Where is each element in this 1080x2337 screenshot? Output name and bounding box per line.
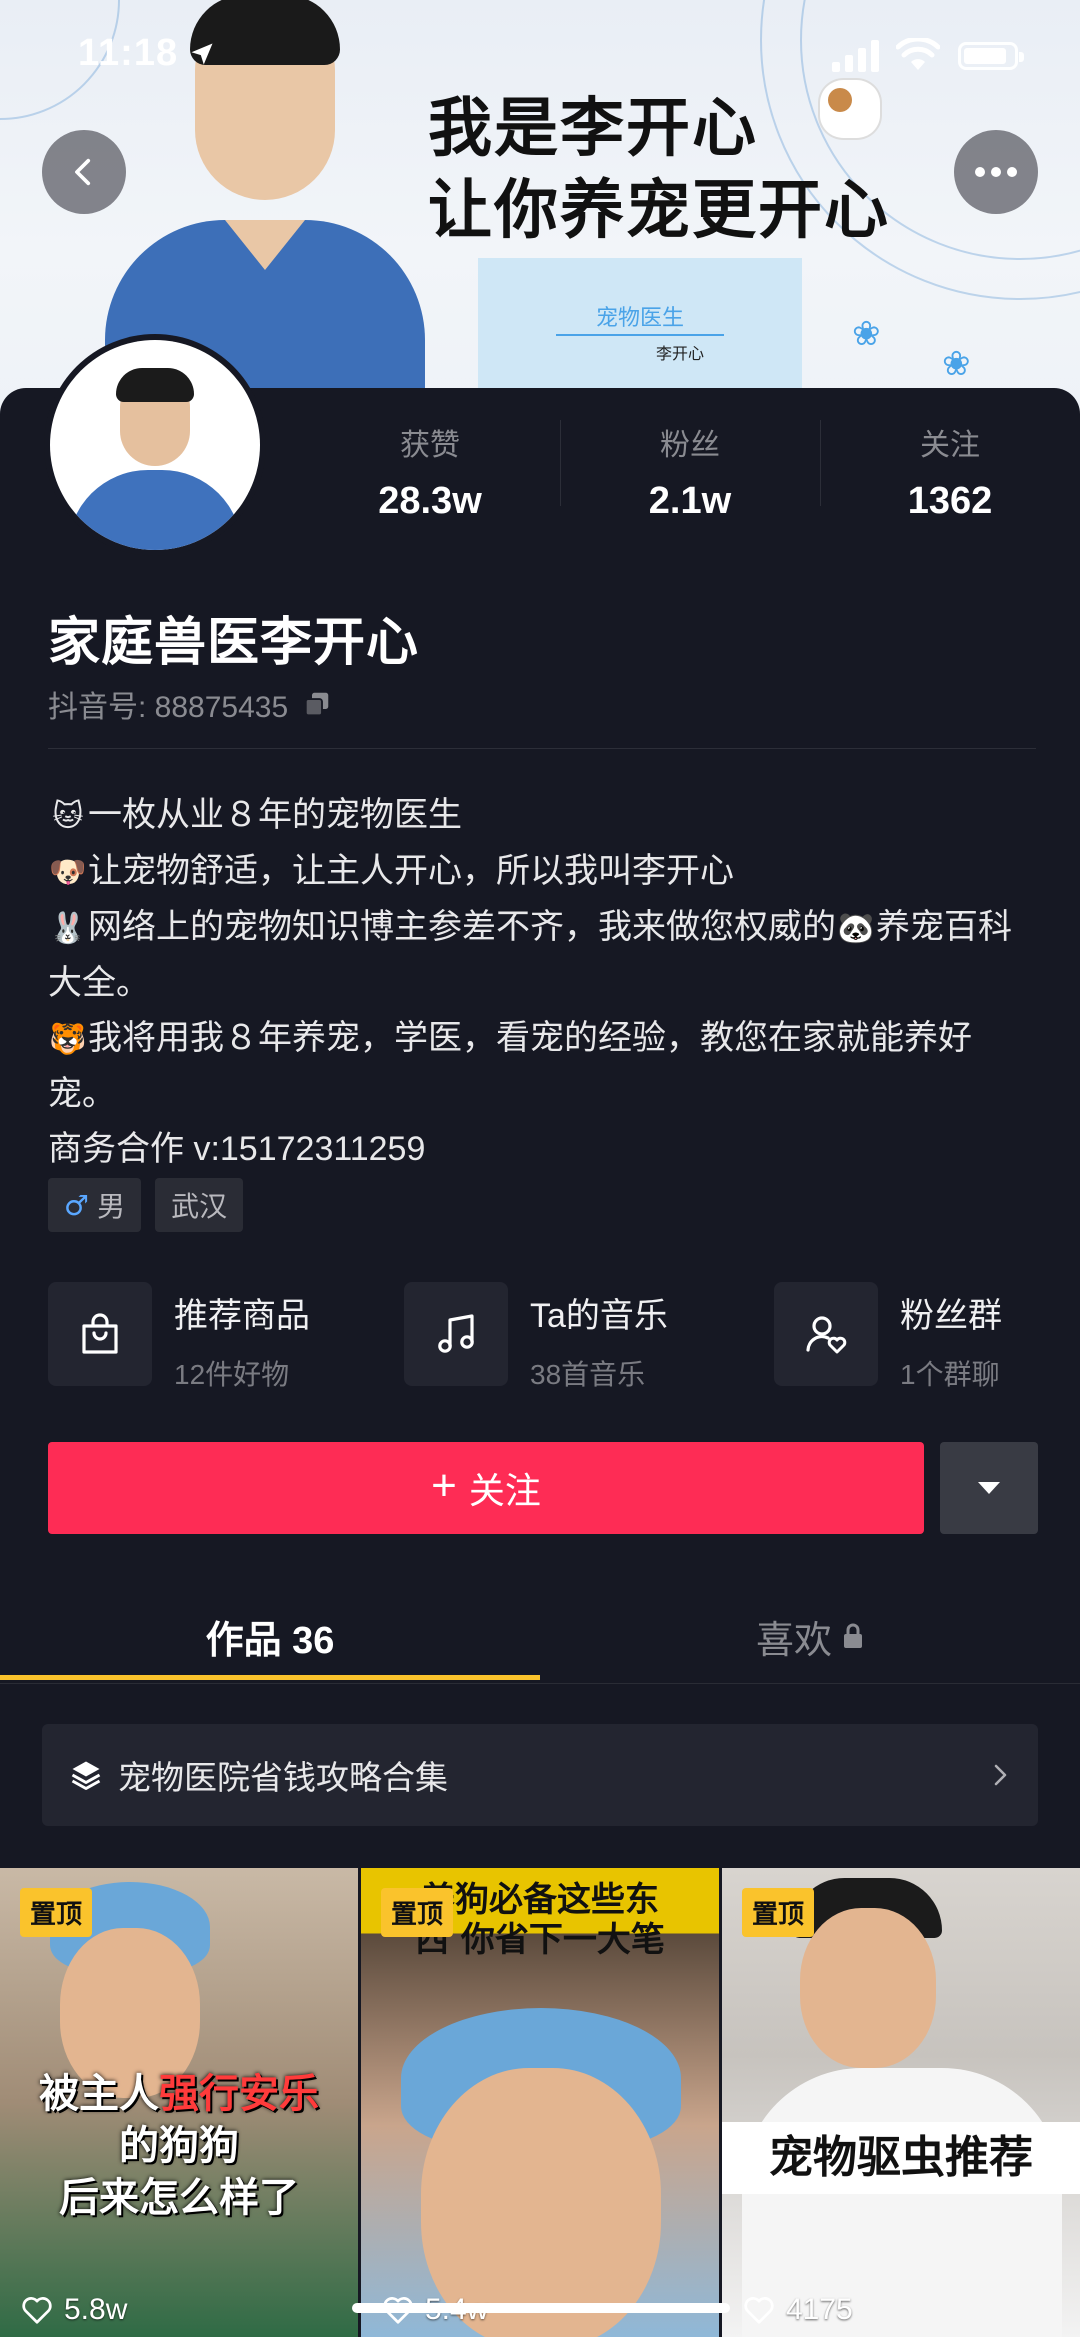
- follow-label: 关注: [468, 1470, 541, 1511]
- douyin-id: 抖音号: 88875435: [48, 691, 289, 724]
- more-button[interactable]: [954, 130, 1038, 214]
- follow-button[interactable]: + 关注: [48, 1442, 924, 1534]
- heart-icon: [744, 2297, 774, 2324]
- profile-bio: 🐱 一枚从业８年的宠物医生 🐶让宠物舒适，让主人开心，所以我叫李开心 🐰网络上的宠…: [48, 788, 1038, 1177]
- tab-indicator: [0, 1675, 540, 1680]
- pinned-badge: 置顶: [742, 1888, 815, 1937]
- paw-icon: ❀: [942, 345, 971, 383]
- video-thumbnail[interactable]: 被主人强行安乐 的狗狗 后来怎么样了 置顶 5.8w: [0, 1868, 358, 2337]
- feature-row: 推荐商品 12件好物 Ta的音乐 38首音乐 粉丝群 1个群聊: [48, 1282, 1038, 1392]
- profile-name: 家庭兽医李开心: [48, 614, 420, 672]
- city-tag: 武汉: [155, 1178, 244, 1232]
- status-bar: 11:18: [0, 0, 1080, 120]
- more-dots-icon: [975, 167, 1017, 177]
- stat-value: 2.1w: [648, 480, 732, 522]
- douyin-id-row: 抖音号: 88875435: [48, 682, 332, 726]
- panda-emoji-icon: 🐼: [837, 911, 875, 946]
- feature-shop[interactable]: 推荐商品 12件好物: [48, 1282, 310, 1392]
- stat-label: 关注: [920, 429, 980, 462]
- chevron-right-icon: [994, 1764, 1007, 1786]
- paw-icon: ❀: [852, 315, 881, 353]
- video-thumbnail[interactable]: 养狗必备这些东西 你省下一大笔 置顶 5.4w: [361, 1868, 719, 2337]
- chevron-left-icon: [75, 158, 91, 186]
- plus-icon: +: [431, 1461, 457, 1510]
- status-time: 11:18: [78, 32, 179, 74]
- rabbit-emoji-icon: 🐰: [49, 911, 87, 946]
- business-contact: 商务合作 v:15172311259: [48, 1130, 426, 1168]
- pinned-badge: 置顶: [381, 1888, 454, 1937]
- cat-emoji-icon: 🐱: [52, 799, 84, 834]
- battery-icon: [958, 42, 1024, 70]
- male-icon: ♂: [64, 1188, 90, 1222]
- pinned-badge: 置顶: [20, 1888, 93, 1937]
- stat-value: 1362: [907, 480, 993, 522]
- music-note-icon: [438, 1314, 474, 1353]
- fan-group-icon: [806, 1316, 847, 1354]
- tiger-emoji-icon: 🐯: [49, 1022, 87, 1057]
- lock-icon: [844, 1623, 862, 1648]
- back-button[interactable]: [42, 130, 126, 214]
- profile-stats: 获赞 28.3w 粉丝 2.1w 关注 1362: [300, 414, 1080, 524]
- video-thumbnail[interactable]: 宠物驱虫推荐 置顶 4175: [722, 1868, 1080, 2337]
- shopping-bag-icon: [82, 1313, 118, 1354]
- stat-value: 28.3w: [378, 480, 482, 522]
- copy-icon[interactable]: [302, 689, 332, 719]
- wifi-icon: [896, 38, 940, 70]
- dog-emoji-icon: 🐶: [49, 855, 87, 890]
- avatar[interactable]: [44, 334, 266, 556]
- location-arrow-icon: [191, 43, 213, 65]
- feature-music[interactable]: Ta的音乐 38首音乐: [404, 1282, 668, 1392]
- tab-works[interactable]: 作品 36: [0, 1588, 540, 1684]
- heart-icon: [22, 2297, 52, 2324]
- recommend-dropdown-button[interactable]: [940, 1442, 1038, 1534]
- tab-likes[interactable]: 喜欢: [540, 1588, 1080, 1684]
- video-likes: 5.8w: [20, 2293, 127, 2327]
- feature-fan-group[interactable]: 粉丝群 1个群聊: [774, 1282, 1002, 1392]
- caret-down-icon: [978, 1482, 1000, 1494]
- home-indicator[interactable]: [352, 2303, 730, 2313]
- video-caption: 宠物驱虫推荐: [722, 2122, 1080, 2194]
- cellular-signal-icon: [832, 40, 879, 72]
- stat-followers[interactable]: 粉丝 2.1w: [560, 414, 820, 524]
- divider: [48, 748, 1036, 749]
- collection-banner[interactable]: 宠物医院省钱攻略合集: [42, 1724, 1038, 1826]
- collection-title: 宠物医院省钱攻略合集: [118, 1759, 448, 1796]
- stat-following[interactable]: 关注 1362: [820, 414, 1080, 524]
- profile-tabs: 作品 36 喜欢: [0, 1588, 1080, 1684]
- stat-likes[interactable]: 获赞 28.3w: [300, 414, 560, 524]
- video-caption: 被主人强行安乐 的狗狗 后来怎么样了: [39, 2071, 319, 2221]
- profile-tags: ♂ 男 武汉: [48, 1178, 244, 1232]
- stat-label: 粉丝: [660, 429, 720, 462]
- layers-icon: [71, 1761, 101, 1790]
- gender-tag: ♂ 男: [48, 1178, 142, 1232]
- stat-label: 获赞: [400, 429, 460, 462]
- video-likes: 4175: [742, 2293, 853, 2327]
- video-grid: 被主人强行安乐 的狗狗 后来怎么样了 置顶 5.8w 养狗必备这些东西 你省下一…: [0, 1868, 1080, 2337]
